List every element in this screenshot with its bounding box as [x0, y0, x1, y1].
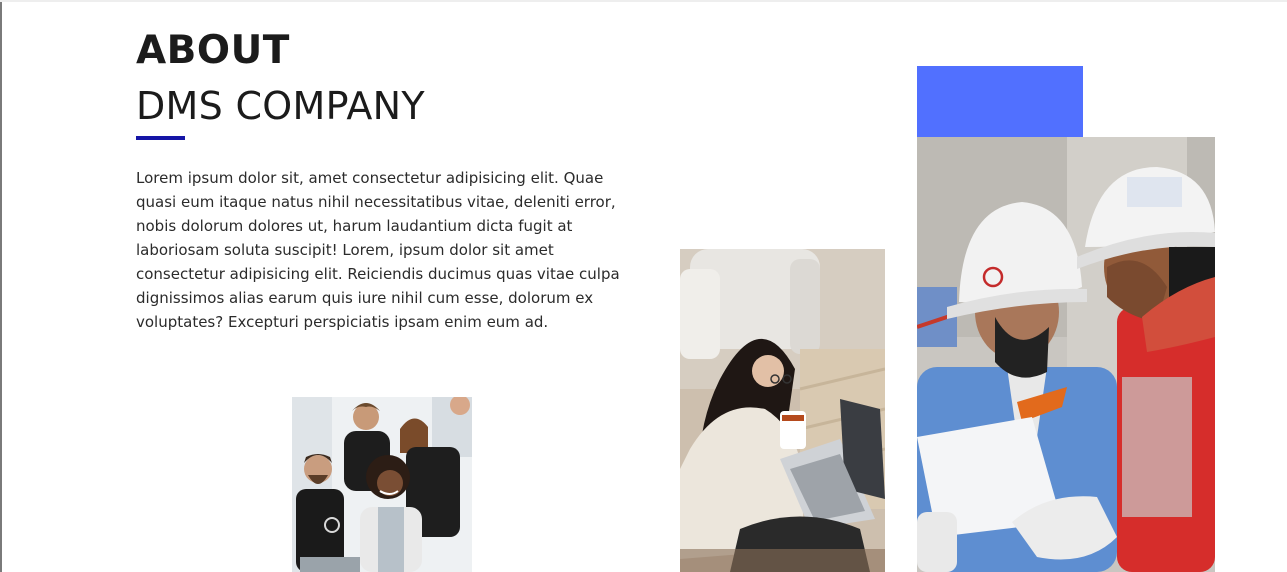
- about-description: Lorem ipsum dolor sit, amet consectetur …: [136, 169, 620, 331]
- page-top-border: [0, 0, 1287, 2]
- section-subtitle: DMS COMPANY: [136, 84, 425, 128]
- accent-block: [917, 66, 1083, 137]
- section-title: ABOUT: [136, 28, 290, 73]
- team-photo: [292, 397, 472, 572]
- page-left-border: [0, 0, 2, 572]
- workers-photo: [917, 137, 1215, 572]
- laptop-photo: [680, 249, 885, 572]
- title-underline: [136, 136, 185, 140]
